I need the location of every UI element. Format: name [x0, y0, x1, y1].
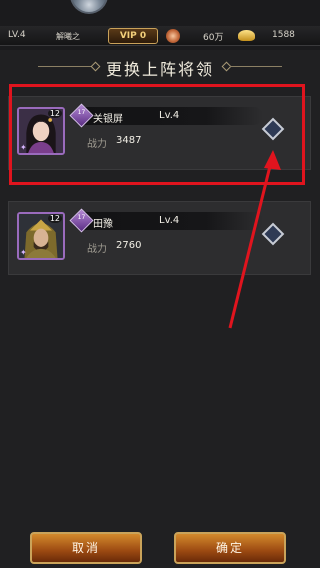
confirm-button[interactable]: 确定: [174, 532, 286, 564]
cancel-button[interactable]: 取消: [30, 532, 142, 564]
arrow-icon: [228, 150, 281, 329]
footer-bar: 取消 确定: [0, 520, 320, 568]
